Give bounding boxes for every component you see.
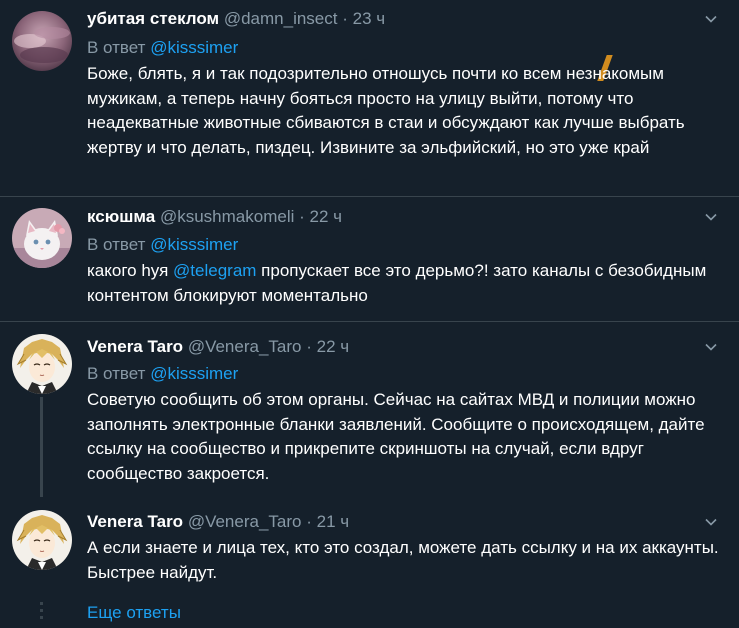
reply-context: В ответ @kisssimer: [87, 234, 238, 256]
separator-dot: ·: [306, 512, 312, 531]
tweet-text: какого hуя @telegram пропускает все это …: [87, 259, 727, 308]
telegram-mention-link[interactable]: @telegram: [173, 261, 256, 280]
avatar[interactable]: [12, 11, 72, 71]
display-name[interactable]: Venera Taro: [87, 337, 183, 356]
reply-mention-link[interactable]: @kisssimer: [150, 364, 238, 383]
reply-prefix: В ответ: [87, 235, 146, 254]
display-name[interactable]: убитая стеклом: [87, 9, 219, 28]
user-handle[interactable]: @Venera_Taro: [188, 337, 302, 356]
tweet-text: Советую сообщить об этом органы. Сейчас …: [87, 390, 705, 483]
tweet-header: убитая стеклом @damn_insect · 23 ч: [87, 8, 385, 30]
thread-dots: [40, 602, 43, 623]
avatar[interactable]: [12, 510, 72, 570]
tweet-1[interactable]: убитая стеклом @damn_insect · 23 ч В отв…: [0, 0, 739, 196]
tweet-2[interactable]: ксюшма @ksushmakomeli · 22 ч В ответ @ki…: [0, 197, 739, 321]
display-name[interactable]: Venera Taro: [87, 512, 183, 531]
timestamp[interactable]: 23 ч: [353, 9, 386, 28]
chevron-down-icon[interactable]: [705, 341, 717, 353]
tweet-3[interactable]: Venera Taro @Venera_Taro · 22 ч В ответ …: [0, 322, 739, 498]
user-handle[interactable]: @Venera_Taro: [188, 512, 302, 531]
reply-context: В ответ @kisssimer: [87, 37, 238, 59]
separator-dot: ·: [342, 9, 348, 28]
tweet-header: Venera Taro @Venera_Taro · 21 ч: [87, 511, 349, 533]
show-more-replies-link[interactable]: Еще ответы: [87, 603, 181, 623]
tweet-header: Venera Taro @Venera_Taro · 22 ч: [87, 336, 349, 358]
timestamp[interactable]: 22 ч: [317, 337, 350, 356]
avatar[interactable]: [12, 334, 72, 394]
tweet-text-start: какого hуя: [87, 261, 174, 280]
display-name[interactable]: ксюшма: [87, 207, 155, 226]
avatar[interactable]: [12, 208, 72, 268]
chevron-down-icon[interactable]: [705, 516, 717, 528]
chevron-down-icon[interactable]: [705, 13, 717, 25]
timestamp[interactable]: 21 ч: [317, 512, 350, 531]
tweet-text: А если знаете и лица тех, кто это создал…: [87, 538, 719, 582]
tweet-4[interactable]: Venera Taro @Venera_Taro · 21 ч А если з…: [0, 498, 739, 628]
chevron-down-icon[interactable]: [705, 211, 717, 223]
tweet-header: ксюшма @ksushmakomeli · 22 ч: [87, 206, 342, 228]
reply-prefix: В ответ: [87, 364, 146, 383]
reply-context: В ответ @kisssimer: [87, 363, 238, 385]
user-handle[interactable]: @damn_insect: [224, 9, 338, 28]
user-handle[interactable]: @ksushmakomeli: [160, 207, 294, 226]
separator-dot: ·: [299, 207, 305, 226]
reply-mention-link[interactable]: @kisssimer: [150, 235, 238, 254]
reply-mention-link[interactable]: @kisssimer: [150, 38, 238, 57]
tweet-text: Боже, блять, я и так подозрительно отнош…: [87, 64, 685, 157]
separator-dot: ·: [306, 337, 312, 356]
timestamp[interactable]: 22 ч: [310, 207, 343, 226]
reply-prefix: В ответ: [87, 38, 146, 57]
